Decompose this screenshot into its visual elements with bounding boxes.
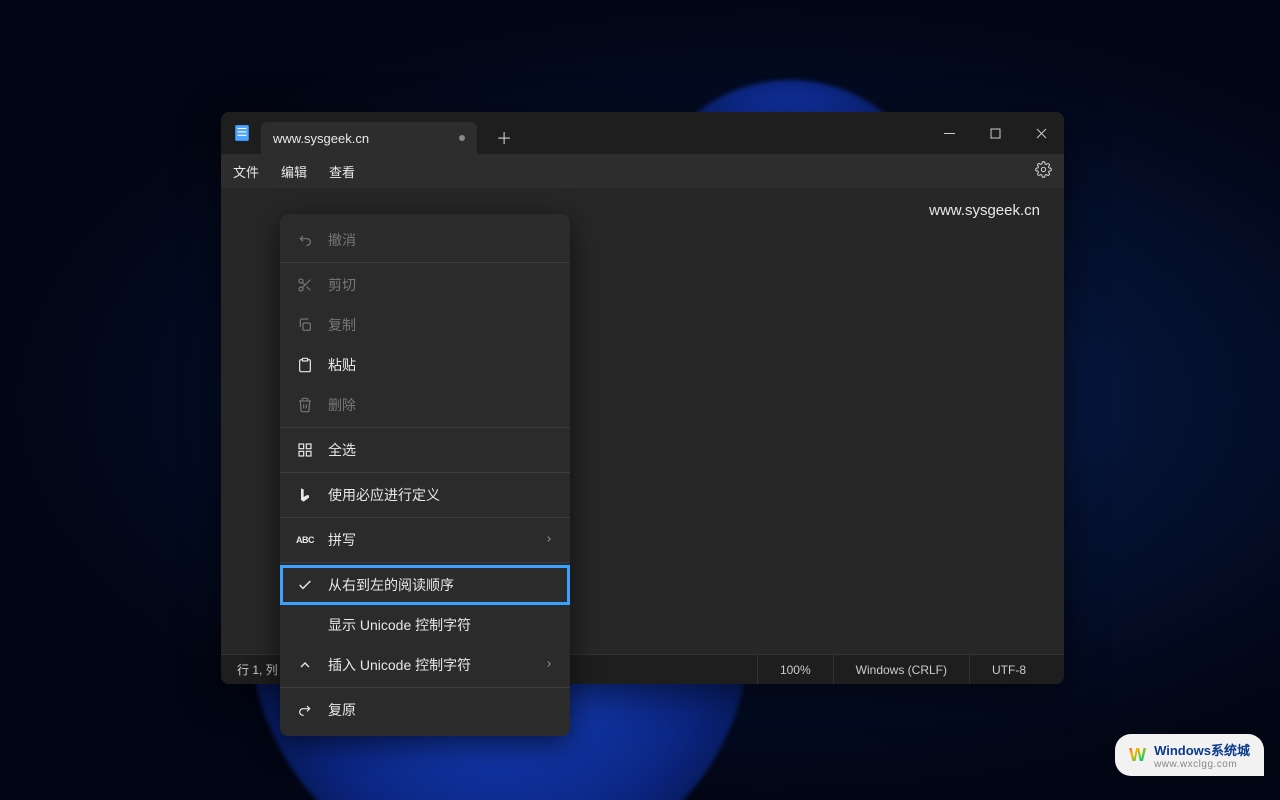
- context-menu-label: 复制: [328, 315, 554, 335]
- titlebar: www.sysgeek.cn ＋: [221, 112, 1064, 154]
- context-menu-separator: [280, 687, 570, 688]
- minimize-button[interactable]: [926, 112, 972, 154]
- close-button[interactable]: [1018, 112, 1064, 154]
- context-menu-separator: [280, 427, 570, 428]
- check-icon: [296, 577, 314, 593]
- context-menu-item-show_unicode[interactable]: 显示 Unicode 控制字符: [280, 605, 570, 645]
- content-text: www.sysgeek.cn: [929, 202, 1040, 219]
- caret-icon: [296, 657, 314, 673]
- chevron-right-icon: [544, 534, 554, 547]
- context-menu-item-bing_define[interactable]: 使用必应进行定义: [280, 475, 570, 515]
- status-zoom[interactable]: 100%: [757, 655, 833, 684]
- context-menu-label: 拼写: [328, 530, 530, 550]
- cut-icon: [296, 277, 314, 293]
- context-menu-label: 粘贴: [328, 355, 554, 375]
- context-menu-item-spell[interactable]: ABC 拼写: [280, 520, 570, 560]
- context-menu-label: 从右到左的阅读顺序: [328, 575, 554, 595]
- context-menu-label: 插入 Unicode 控制字符: [328, 655, 530, 675]
- context-menu-item-cut: 剪切: [280, 265, 570, 305]
- context-menu-item-restore[interactable]: 复原: [280, 690, 570, 730]
- context-menu-label: 复原: [328, 700, 554, 720]
- bing-icon: [296, 487, 314, 503]
- window-controls: [926, 112, 1064, 154]
- context-menu: 撤消剪切复制粘贴删除全选使用必应进行定义 ABC 拼写从右到左的阅读顺序显示 Uni…: [280, 214, 570, 736]
- select-all-icon: [296, 442, 314, 458]
- context-menu-label: 显示 Unicode 控制字符: [328, 615, 554, 635]
- context-menu-label: 全选: [328, 440, 554, 460]
- abc-icon: ABC: [296, 535, 314, 545]
- status-eol[interactable]: Windows (CRLF): [833, 655, 969, 684]
- context-menu-separator: [280, 562, 570, 563]
- watermark-url: www.wxclgg.com: [1154, 759, 1250, 770]
- menu-view[interactable]: 查看: [329, 162, 355, 181]
- context-menu-item-delete: 删除: [280, 385, 570, 425]
- context-menu-separator: [280, 262, 570, 263]
- context-menu-item-rtl[interactable]: 从右到左的阅读顺序: [280, 565, 570, 605]
- context-menu-item-copy: 复制: [280, 305, 570, 345]
- paste-icon: [296, 357, 314, 373]
- tab[interactable]: www.sysgeek.cn: [261, 122, 477, 154]
- watermark-icon: W: [1129, 745, 1146, 766]
- new-tab-button[interactable]: ＋: [489, 122, 519, 152]
- context-menu-separator: [280, 517, 570, 518]
- context-menu-label: 删除: [328, 395, 554, 415]
- settings-button[interactable]: [1035, 161, 1052, 181]
- context-menu-separator: [280, 472, 570, 473]
- context-menu-item-insert_unicode[interactable]: 插入 Unicode 控制字符: [280, 645, 570, 685]
- trash-icon: [296, 397, 314, 413]
- maximize-button[interactable]: [972, 112, 1018, 154]
- context-menu-item-select_all[interactable]: 全选: [280, 430, 570, 470]
- copy-icon: [296, 317, 314, 333]
- notepad-app-icon: [233, 124, 251, 142]
- tab-title: www.sysgeek.cn: [273, 131, 369, 146]
- chevron-right-icon: [544, 659, 554, 672]
- redo-icon: [296, 702, 314, 718]
- watermark-title: Windows系统城: [1154, 743, 1250, 758]
- context-menu-label: 使用必应进行定义: [328, 485, 554, 505]
- context-menu-label: 剪切: [328, 275, 554, 295]
- undo-icon: [296, 232, 314, 248]
- context-menu-label: 撤消: [328, 230, 554, 250]
- context-menu-item-undo: 撤消: [280, 220, 570, 260]
- menubar: 文件 编辑 查看: [221, 154, 1064, 188]
- context-menu-item-paste[interactable]: 粘贴: [280, 345, 570, 385]
- status-encoding[interactable]: UTF-8: [969, 655, 1048, 684]
- menu-edit[interactable]: 编辑: [281, 162, 307, 181]
- tab-modified-dot: [459, 135, 465, 141]
- menu-file[interactable]: 文件: [233, 162, 259, 181]
- watermark: W Windows系统城 www.wxclgg.com: [1115, 734, 1264, 776]
